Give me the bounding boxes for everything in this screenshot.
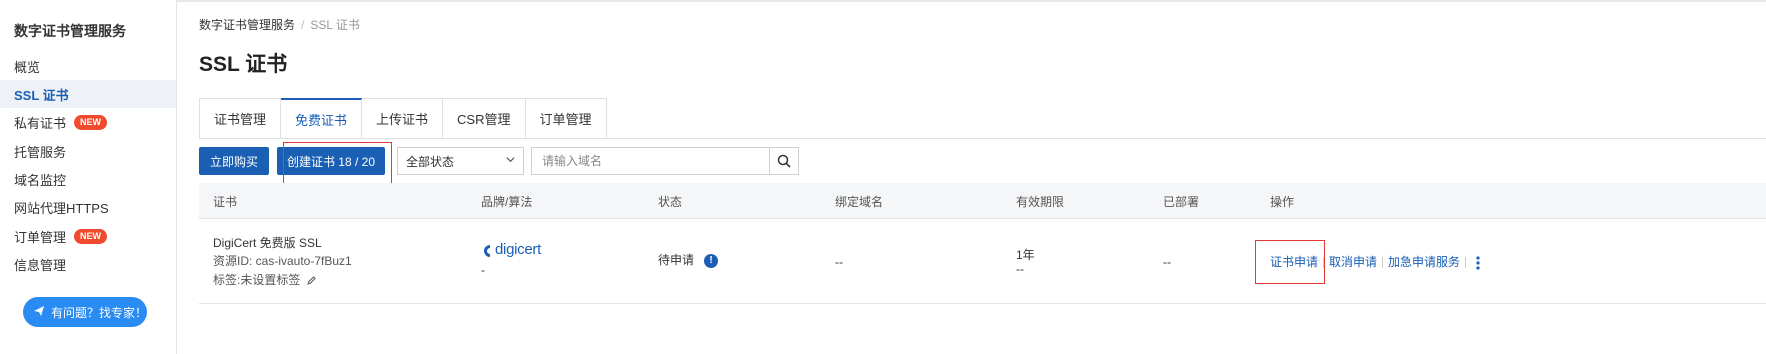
new-badge: NEW xyxy=(74,114,108,130)
status: 待申请! xyxy=(658,251,719,268)
action-divider xyxy=(1382,257,1384,269)
col-header-cert: 证书 xyxy=(213,194,238,209)
edit-icon[interactable] xyxy=(306,275,317,286)
col-header-status: 状态 xyxy=(658,194,683,209)
help-button-label: 有问题？找专家！ xyxy=(51,305,148,320)
sidebar-item-label: 信息管理 xyxy=(14,257,67,273)
domain-search xyxy=(531,147,799,175)
col-header-deployed: 已部署 xyxy=(1163,194,1200,209)
status-select-value: 全部状态 xyxy=(406,154,455,169)
new-badge: NEW xyxy=(74,228,108,244)
sidebar: 数字证书管理服务 概览 SSL 证书 私有证书 NEW 托管服务 域名监控 网站… xyxy=(0,0,177,354)
sidebar-item-label: 私有证书 xyxy=(14,115,67,131)
validity-sub: -- xyxy=(1016,262,1024,276)
table-row: DigiCert 免费版 SSL 资源ID: cas-ivauto-7fBuz1… xyxy=(199,219,1766,304)
info-icon[interactable]: ! xyxy=(704,253,719,268)
help-expert-button[interactable]: 有问题？找专家！ xyxy=(23,297,147,327)
search-icon xyxy=(777,154,791,168)
sidebar-item-overview[interactable]: 概览 xyxy=(0,52,176,80)
col-header-actions: 操作 xyxy=(1270,194,1295,209)
cancel-apply-link[interactable]: 取消申请 xyxy=(1329,255,1377,269)
col-header-domain: 绑定域名 xyxy=(835,194,884,209)
sidebar-title: 数字证书管理服务 xyxy=(14,23,126,39)
sidebar-item-info[interactable]: 信息管理 xyxy=(0,250,176,278)
deployed: -- xyxy=(1163,255,1171,269)
resource-id: 资源ID: cas-ivauto-7fBuz1 xyxy=(213,254,352,268)
status-text: 待申请 xyxy=(658,253,695,267)
sidebar-item-domain-monitor[interactable]: 域名监控 xyxy=(0,165,176,193)
tab-csr-management[interactable]: CSR管理 xyxy=(443,98,526,139)
toolbar: 立即购买 创建证书 18 / 20 全部状态 xyxy=(199,147,1699,175)
tab-order-management[interactable]: 订单管理 xyxy=(525,98,607,139)
col-header-validity: 有效期限 xyxy=(1016,194,1065,209)
highlight-box-create xyxy=(283,142,392,188)
col-header-brand: 品牌/算法 xyxy=(481,194,533,209)
more-actions-icon[interactable] xyxy=(1475,255,1481,271)
sidebar-item-label: 订单管理 xyxy=(14,229,67,245)
algorithm: - xyxy=(481,263,485,277)
tab-free-cert[interactable]: 免费证书 xyxy=(281,98,363,139)
sidebar-item-orders[interactable]: 订单管理 NEW xyxy=(0,222,176,250)
table-header: 证书 品牌/算法 状态 绑定域名 有效期限 已部署 操作 xyxy=(199,183,1766,219)
highlight-box-apply xyxy=(1255,240,1325,284)
tab-bar: 证书管理 免费证书 上传证书 CSR管理 订单管理 xyxy=(199,98,607,139)
page-title: SSL 证书 xyxy=(199,53,288,76)
cert-tag[interactable]: 标签:未设置标签 xyxy=(213,271,317,288)
bound-domain: -- xyxy=(835,255,843,269)
expedite-service-link[interactable]: 加急申请服务 xyxy=(1388,255,1460,269)
buy-now-button[interactable]: 立即购买 xyxy=(199,147,269,175)
tab-upload-cert[interactable]: 上传证书 xyxy=(362,98,444,139)
search-button[interactable] xyxy=(769,148,798,174)
digicert-logo-icon xyxy=(484,244,490,257)
sidebar-item-label: 概览 xyxy=(14,59,41,75)
sidebar-item-label: 域名监控 xyxy=(14,172,67,188)
breadcrumb-current: SSL 证书 xyxy=(310,18,360,32)
sidebar-item-label: 网站代理HTTPS xyxy=(14,200,109,216)
domain-search-input[interactable] xyxy=(532,148,769,174)
brand-logo-text: digicert xyxy=(495,241,541,258)
breadcrumb-separator: / xyxy=(301,18,305,32)
cert-tag-label: 标签:未设置标签 xyxy=(213,273,301,287)
action-divider xyxy=(1465,257,1467,269)
main-content: 数字证书管理服务 / SSL 证书 SSL 证书 证书管理 免费证书 上传证书 CS… xyxy=(177,0,1766,354)
tab-cert-management[interactable]: 证书管理 xyxy=(199,98,282,139)
sidebar-item-https-proxy[interactable]: 网站代理HTTPS xyxy=(0,193,176,221)
validity: 1年 xyxy=(1016,248,1035,262)
breadcrumb: 数字证书管理服务 / SSL 证书 xyxy=(199,16,360,33)
sidebar-item-ssl[interactable]: SSL 证书 xyxy=(0,80,176,108)
sidebar-item-label: 托管服务 xyxy=(14,144,67,160)
cert-name: DigiCert 免费版 SSL xyxy=(213,236,322,250)
brand-logo: digicert xyxy=(481,241,541,259)
sidebar-item-private-cert[interactable]: 私有证书 NEW xyxy=(0,108,176,136)
paper-plane-icon xyxy=(33,305,45,320)
status-select[interactable]: 全部状态 xyxy=(397,147,524,175)
tabs-divider xyxy=(199,138,1766,139)
sidebar-item-label: SSL 证书 xyxy=(14,87,69,103)
breadcrumb-root[interactable]: 数字证书管理服务 xyxy=(199,18,295,32)
sidebar-item-hosting[interactable]: 托管服务 xyxy=(0,137,176,165)
chevron-down-icon xyxy=(506,157,515,163)
